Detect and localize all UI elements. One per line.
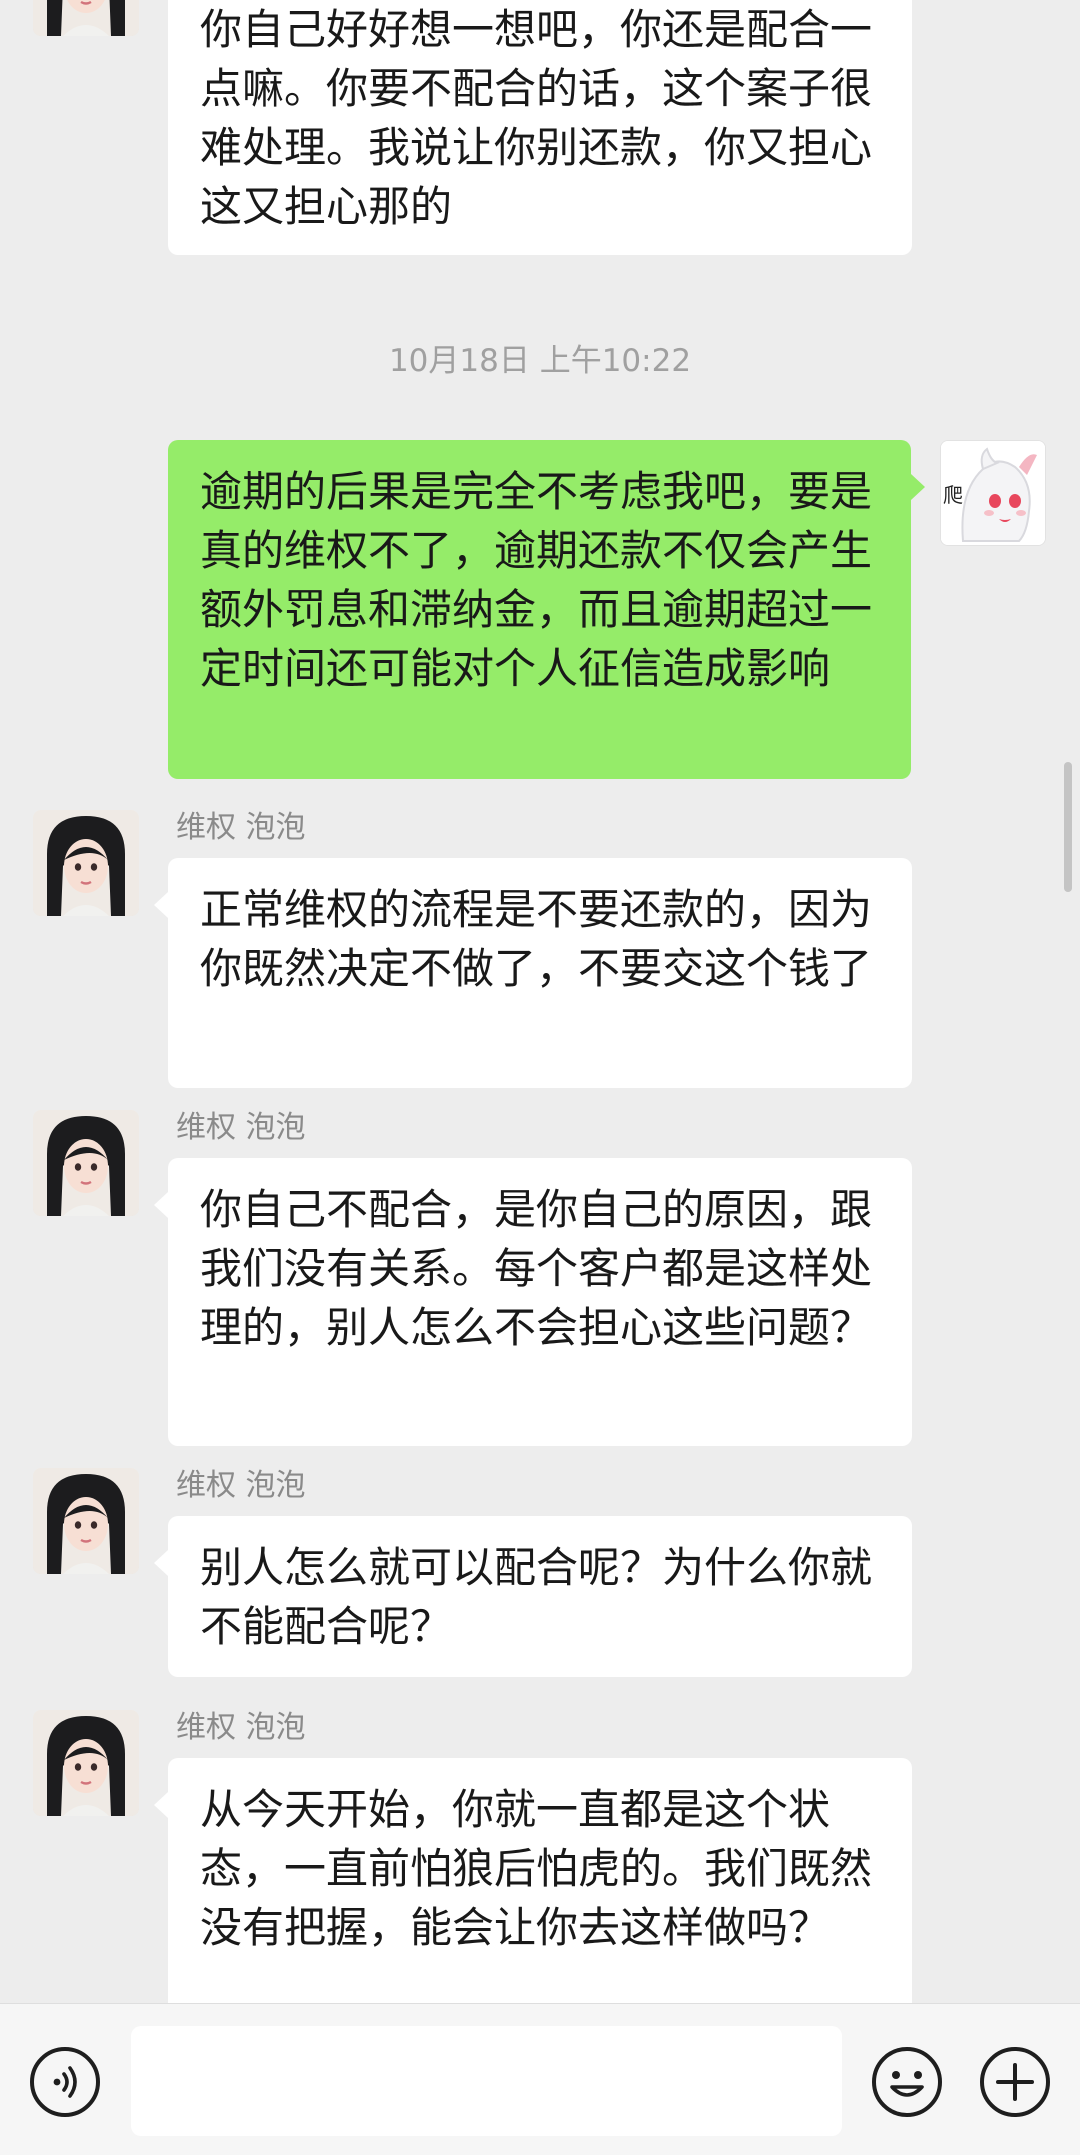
sender-name: 维权 泡泡 <box>176 1710 306 1745</box>
avatar-image <box>33 1110 139 1216</box>
avatar-caption: 爬 <box>943 483 963 507</box>
voice-icon[interactable] <box>28 2045 102 2119</box>
message-text: 逾期的后果是完全不考虑我吧，要是真的维权不了，逾期还款不仅会产生额外罚息和滞纳金… <box>200 467 873 693</box>
avatar-self[interactable]: 爬 <box>940 440 1046 546</box>
sender-name: 维权 泡泡 <box>176 1468 306 1503</box>
sender-name: 维权 泡泡 <box>176 810 306 845</box>
chat-area: 你自己好好想一想吧，你还是配合一点嘛。你要不配合的话，这个案子很难处理。我说让你… <box>0 0 1080 2003</box>
message-timestamp: 10月18日 上午10:22 <box>388 343 692 379</box>
message-bubble[interactable]: 别人怎么就可以配合呢？为什么你就不能配合呢？ <box>154 1516 912 1677</box>
message-text: 你自己不配合，是你自己的原因，跟我们没有关系。每个客户都是这样处理的，别人怎么不… <box>200 1185 873 1352</box>
avatar[interactable] <box>33 1468 139 1574</box>
message-text: 你自己好好想一想吧，你还是配合一点嘛。你要不配合的话，这个案子很难处理。我说让你… <box>200 5 873 231</box>
avatar-image <box>33 0 139 36</box>
avatar-image <box>33 1468 139 1574</box>
message-text: 正常维权的流程是不要还款的，因为你既然决定不做了，不要交这个钱了 <box>200 885 873 993</box>
emoji-icon[interactable] <box>870 2045 944 2119</box>
message-bubble-self[interactable]: 逾期的后果是完全不考虑我吧，要是真的维权不了，逾期还款不仅会产生额外罚息和滞纳金… <box>168 440 925 779</box>
message-input[interactable] <box>131 2026 842 2136</box>
message-text: 从今天开始，你就一直都是这个状态，一直前怕狼后怕虎的。我们既然没有把握，能会让你… <box>200 1785 873 1952</box>
message-bubble[interactable]: 正常维权的流程是不要还款的，因为你既然决定不做了，不要交这个钱了 <box>154 858 912 1088</box>
message-bubble[interactable]: 从今天开始，你就一直都是这个状态，一直前怕狼后怕虎的。我们既然没有把握，能会让你… <box>154 1758 912 2003</box>
avatar[interactable] <box>33 810 139 916</box>
input-bar <box>0 2003 1080 2155</box>
message-bubble[interactable]: 你自己不配合，是你自己的原因，跟我们没有关系。每个客户都是这样处理的，别人怎么不… <box>154 1158 912 1446</box>
plus-icon[interactable] <box>978 2045 1052 2119</box>
avatar[interactable] <box>33 1110 139 1216</box>
avatar[interactable] <box>33 1710 139 1816</box>
message-bubble[interactable]: 你自己好好想一想吧，你还是配合一点嘛。你要不配合的话，这个案子很难处理。我说让你… <box>168 0 912 255</box>
sender-name: 维权 泡泡 <box>176 1110 306 1145</box>
scrollbar[interactable] <box>1064 762 1072 892</box>
message-text: 别人怎么就可以配合呢？为什么你就不能配合呢？ <box>200 1543 873 1651</box>
avatar-image <box>33 1710 139 1816</box>
avatar[interactable] <box>33 0 139 36</box>
avatar-image <box>33 810 139 916</box>
